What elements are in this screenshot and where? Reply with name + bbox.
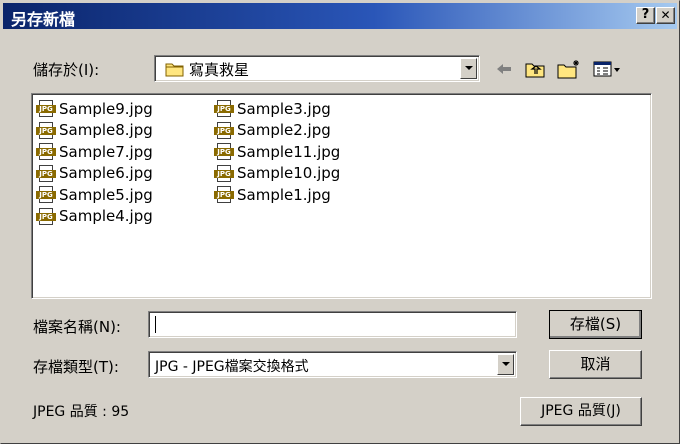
save-in-dropdown-button[interactable] — [460, 58, 477, 79]
jpeg-quality-text: JPEG 品質 : 95 — [33, 404, 130, 420]
file-column-1: JPG Sample9.jpg JPG Sample8.jpg JPG Sample7.j… — [36, 98, 153, 227]
jpg-file-icon: JPG — [36, 143, 56, 161]
close-button[interactable]: ✕ — [656, 7, 675, 24]
file-name: Sample4.jpg — [59, 207, 153, 226]
file-name: Sample2.jpg — [237, 121, 331, 140]
filename-field[interactable] — [148, 311, 517, 338]
jpg-file-icon: JPG — [36, 121, 56, 139]
save-as-dialog: 另存新檔 ? ✕ 儲存於(I): 寫真救星 JPG Sample9.jpg JP… — [0, 0, 680, 444]
jpg-file-icon: JPG — [214, 186, 234, 204]
new-folder-icon[interactable] — [556, 59, 582, 79]
jpg-file-icon: JPG — [214, 121, 234, 139]
text-caret — [155, 316, 156, 333]
up-folder-icon[interactable] — [524, 59, 546, 79]
file-name: Sample3.jpg — [237, 99, 331, 118]
file-item[interactable]: JPG Sample11.jpg — [214, 141, 340, 163]
filetype-dropdown-button[interactable] — [497, 354, 514, 375]
file-item[interactable]: JPG Sample8.jpg — [36, 120, 153, 142]
file-name: Sample6.jpg — [59, 164, 153, 183]
file-name: Sample10.jpg — [237, 164, 341, 183]
file-item[interactable]: JPG Sample7.jpg — [36, 141, 153, 163]
file-name: Sample1.jpg — [237, 185, 331, 204]
jpg-file-icon: JPG — [36, 186, 56, 204]
file-list-view[interactable]: JPG Sample9.jpg JPG Sample8.jpg JPG Sample7.j… — [31, 93, 652, 299]
view-menu-icon[interactable] — [593, 59, 623, 79]
file-name: Sample7.jpg — [59, 142, 153, 161]
file-item[interactable]: JPG Sample3.jpg — [214, 98, 340, 120]
file-name: Sample11.jpg — [237, 142, 341, 161]
jpg-file-icon: JPG — [214, 100, 234, 118]
file-item[interactable]: JPG Sample10.jpg — [214, 163, 340, 185]
cancel-button[interactable]: 取消 — [549, 350, 642, 379]
save-button[interactable]: 存檔(S) — [549, 310, 642, 339]
title-bar[interactable]: 另存新檔 ? ✕ — [3, 3, 677, 29]
jpg-file-icon: JPG — [214, 143, 234, 161]
file-item[interactable]: JPG Sample6.jpg — [36, 163, 153, 185]
jpg-file-icon: JPG — [214, 164, 234, 182]
file-name: Sample5.jpg — [59, 185, 153, 204]
file-item[interactable]: JPG Sample1.jpg — [214, 184, 340, 206]
file-name: Sample8.jpg — [59, 121, 153, 140]
filetype-value: JPG - JPEG檔案交換格式 — [155, 359, 309, 375]
jpg-file-icon: JPG — [36, 164, 56, 182]
save-in-label: 儲存於(I): — [33, 61, 100, 79]
filename-label: 檔案名稱(N): — [33, 318, 121, 336]
save-in-combobox[interactable]: 寫真救星 — [154, 55, 480, 82]
jpeg-quality-button[interactable]: JPEG 品質(J) — [520, 397, 642, 426]
window-title: 另存新檔 — [11, 10, 76, 29]
folder-icon — [165, 61, 185, 81]
filetype-combobox[interactable]: JPG - JPEG檔案交換格式 — [148, 351, 517, 378]
file-item[interactable]: JPG Sample5.jpg — [36, 184, 153, 206]
file-column-2: JPG Sample3.jpg JPG Sample2.jpg JPG Sample11.… — [214, 98, 340, 206]
file-item[interactable]: JPG Sample2.jpg — [214, 120, 340, 142]
file-item[interactable]: JPG Sample4.jpg — [36, 206, 153, 228]
jpg-file-icon: JPG — [36, 100, 56, 118]
back-arrow-icon[interactable] — [494, 59, 514, 79]
jpg-file-icon: JPG — [36, 207, 56, 225]
save-in-value: 寫真救星 — [189, 61, 250, 79]
help-button[interactable]: ? — [636, 7, 655, 24]
filetype-label: 存檔類型(T): — [33, 358, 119, 376]
file-item[interactable]: JPG Sample9.jpg — [36, 98, 153, 120]
file-name: Sample9.jpg — [59, 99, 153, 118]
